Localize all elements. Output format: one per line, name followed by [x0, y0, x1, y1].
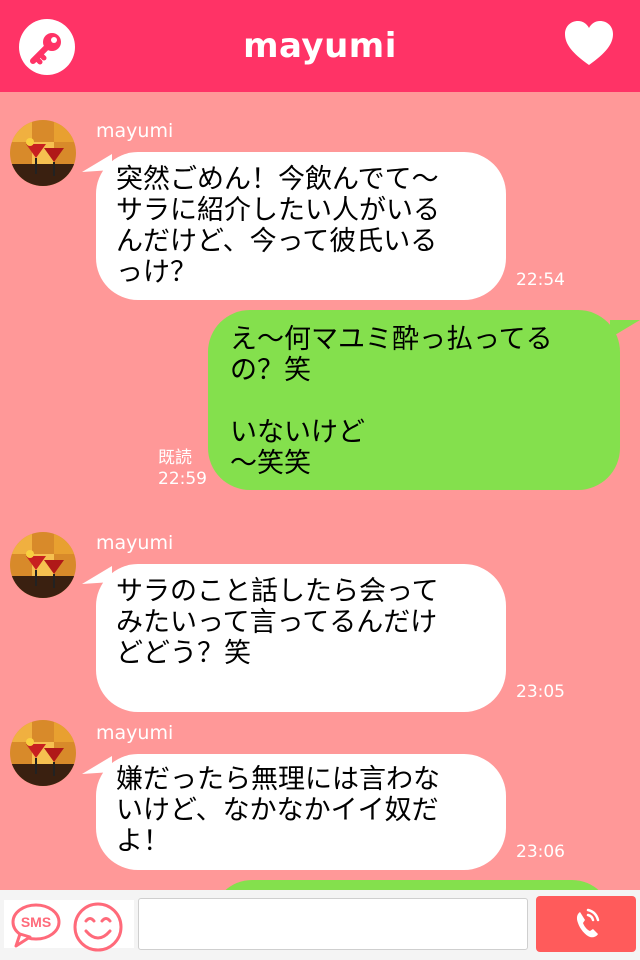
- cocktail-avatar-icon: [10, 532, 76, 598]
- message-bubble-own[interactable]: え〜何マユミ酔っ払ってる の？笑 いないけど 〜笑笑: [208, 310, 620, 490]
- read-label: 既読: [158, 448, 192, 468]
- message-bubble[interactable]: 突然ごめん！今飲んでて〜 サラに紹介したい人がいる んだけど、今って彼氏いる っ…: [96, 152, 506, 300]
- sender-name: mayumi: [96, 532, 174, 554]
- cocktail-avatar-icon: [10, 120, 76, 186]
- message-bubble[interactable]: サラのこと話したら会って みたいって言ってるんだけ どどう？笑: [96, 564, 506, 712]
- avatar[interactable]: [10, 720, 76, 786]
- message-time: 23:06: [516, 842, 565, 862]
- message-time: 22:59: [158, 469, 207, 489]
- smiley-icon[interactable]: [72, 901, 124, 953]
- chat-title: mayumi: [243, 26, 397, 66]
- sender-name: mayumi: [96, 722, 174, 744]
- phone-icon: [576, 908, 600, 938]
- sms-icon[interactable]: SMS: [10, 902, 62, 948]
- avatar[interactable]: [10, 120, 76, 186]
- read-status: 既読 22:59: [158, 448, 207, 490]
- sender-name: mayumi: [96, 120, 174, 142]
- message-time: 23:05: [516, 682, 565, 702]
- chat-area[interactable]: mayumi 突然ごめん！今飲んでて〜 サラに紹介したい人がいる んだけど、今っ…: [0, 92, 640, 890]
- message-bubble-own-partial[interactable]: [212, 880, 612, 890]
- message-time: 22:54: [516, 270, 565, 290]
- call-button[interactable]: [536, 896, 636, 952]
- sms-label: SMS: [21, 914, 51, 930]
- cocktail-avatar-icon: [10, 720, 76, 786]
- message-input[interactable]: [138, 898, 528, 950]
- header-bar: mayumi: [0, 0, 640, 92]
- message-bubble[interactable]: 嫌だったら無理には言わな いけど、なかなかイイ奴だ よ！: [96, 754, 506, 870]
- avatar[interactable]: [10, 532, 76, 598]
- heart-icon[interactable]: [562, 17, 616, 71]
